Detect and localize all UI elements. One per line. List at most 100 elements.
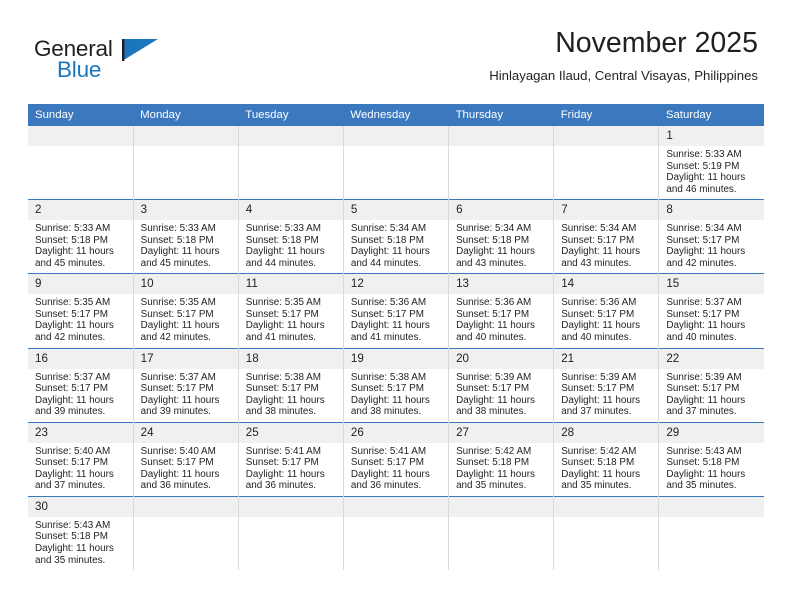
day-info-line-daylight-2: and 36 minutes. xyxy=(350,480,422,492)
day-number: 7 xyxy=(554,200,659,221)
day-info-line-sunset: Sunset: 5:17 PM xyxy=(561,308,635,320)
calendar-day-cell[interactable]: 10 Sunrise: 5:35 AM Sunset: 5:17 PM Dayligh… xyxy=(132,273,239,349)
calendar-day-cell[interactable]: 16 Sunrise: 5:37 AM Sunset: 5:17 PM Dayligh… xyxy=(28,347,134,423)
day-number xyxy=(343,126,449,146)
calendar-day-cell-empty xyxy=(342,495,449,571)
day-info-line-daylight-2: and 35 minutes. xyxy=(35,554,106,566)
day-number: 1 xyxy=(659,126,764,146)
calendar-day-cell[interactable]: 3 Sunrise: 5:33 AM Sunset: 5:18 PM Daylight… xyxy=(132,199,239,274)
calendar-day-cell[interactable]: 30 Sunrise: 5:43 AM Sunset: 5:18 PM Dayligh… xyxy=(28,495,134,571)
calendar-day-cell[interactable]: 27 Sunrise: 5:42 AM Sunset: 5:18 PM Dayligh… xyxy=(448,421,554,497)
calendar-day-cell[interactable]: 6 Sunrise: 5:34 AM Sunset: 5:18 PM Daylight… xyxy=(448,199,554,274)
day-number: 8 xyxy=(659,200,764,221)
day-sun-info: Sunrise: 5:42 AM Sunset: 5:18 PM Daylight:… xyxy=(449,443,553,496)
calendar-day-cell[interactable]: 11 Sunrise: 5:35 AM Sunset: 5:17 PM Dayligh… xyxy=(237,273,344,349)
day-info-line-daylight-1: Daylight: 11 hours xyxy=(561,246,641,258)
calendar-day-cell[interactable]: 15 Sunrise: 5:37 AM Sunset: 5:17 PM Dayligh… xyxy=(658,273,764,349)
day-info-line-sunrise: Sunrise: 5:39 AM xyxy=(666,371,742,383)
day-info-line-daylight-2: and 36 minutes. xyxy=(140,480,211,492)
day-number: 24 xyxy=(133,422,238,443)
calendar-day-cell[interactable]: 5 Sunrise: 5:34 AM Sunset: 5:18 PM Daylight… xyxy=(342,199,449,274)
day-info-line-daylight-1: Daylight: 11 hours xyxy=(666,172,746,184)
day-number: 16 xyxy=(28,348,133,369)
day-info-line-sunrise: Sunrise: 5:34 AM xyxy=(561,223,637,235)
day-info-line-daylight-1: Daylight: 11 hours xyxy=(350,320,430,332)
calendar-day-cell[interactable]: 21 Sunrise: 5:39 AM Sunset: 5:17 PM Dayligh… xyxy=(553,347,659,423)
day-info-line-daylight-2: and 38 minutes. xyxy=(350,406,422,418)
calendar-day-cell[interactable]: 13 Sunrise: 5:36 AM Sunset: 5:17 PM Dayligh… xyxy=(448,273,554,349)
day-info-line-sunset: Sunset: 5:17 PM xyxy=(350,383,424,395)
day-info-line-daylight-1: Daylight: 11 hours xyxy=(245,320,325,332)
day-info-line-sunrise: Sunrise: 5:38 AM xyxy=(245,371,321,383)
day-info-line-sunset: Sunset: 5:18 PM xyxy=(666,457,740,469)
calendar-day-cell[interactable]: 7 Sunrise: 5:34 AM Sunset: 5:17 PM Daylight… xyxy=(553,199,659,274)
calendar-day-cell[interactable]: 12 Sunrise: 5:36 AM Sunset: 5:17 PM Dayligh… xyxy=(342,273,449,349)
calendar-day-cell[interactable]: 14 Sunrise: 5:36 AM Sunset: 5:17 PM Dayligh… xyxy=(553,273,659,349)
day-number: 10 xyxy=(133,274,238,295)
calendar-day-cell[interactable]: 4 Sunrise: 5:33 AM Sunset: 5:18 PM Daylight… xyxy=(237,199,344,274)
day-info-line-sunrise: Sunrise: 5:37 AM xyxy=(140,371,216,383)
day-info-line-sunset: Sunset: 5:17 PM xyxy=(350,308,424,320)
calendar-week-row: 9 Sunrise: 5:35 AM Sunset: 5:17 PM Daylight… xyxy=(28,273,764,349)
day-info-line-daylight-1: Daylight: 11 hours xyxy=(561,320,641,332)
day-number: 2 xyxy=(28,200,133,221)
general-blue-logo[interactable]: General Blue xyxy=(34,37,184,90)
day-info-line-daylight-1: Daylight: 11 hours xyxy=(561,468,641,480)
day-info-line-sunrise: Sunrise: 5:33 AM xyxy=(245,223,321,235)
day-info-line-daylight-2: and 40 minutes. xyxy=(666,332,737,344)
day-number xyxy=(449,126,554,146)
calendar-day-cell[interactable]: 25 Sunrise: 5:41 AM Sunset: 5:17 PM Dayligh… xyxy=(237,421,344,497)
calendar-day-cell[interactable]: 2 Sunrise: 5:33 AM Sunset: 5:18 PM Daylight… xyxy=(28,199,134,274)
calendar-day-cell-empty xyxy=(132,126,239,200)
day-info-line-daylight-2: and 37 minutes. xyxy=(666,406,737,418)
day-info-line-daylight-1: Daylight: 11 hours xyxy=(35,468,114,480)
calendar-day-cell[interactable]: 28 Sunrise: 5:42 AM Sunset: 5:18 PM Dayligh… xyxy=(553,421,659,497)
calendar-day-cell[interactable]: 1 Sunrise: 5:33 AM Sunset: 5:19 PM Daylight… xyxy=(658,126,764,200)
day-info-line-sunrise: Sunrise: 5:36 AM xyxy=(456,297,532,309)
day-info-line-sunset: Sunset: 5:17 PM xyxy=(350,457,424,469)
calendar-day-cell[interactable]: 8 Sunrise: 5:34 AM Sunset: 5:17 PM Daylight… xyxy=(658,199,764,274)
day-info-line-daylight-2: and 46 minutes. xyxy=(666,183,737,195)
calendar-day-cell[interactable]: 23 Sunrise: 5:40 AM Sunset: 5:17 PM Dayligh… xyxy=(28,421,134,497)
calendar-day-cell-empty xyxy=(553,495,659,571)
calendar-day-cell[interactable]: 22 Sunrise: 5:39 AM Sunset: 5:17 PM Dayligh… xyxy=(658,347,764,423)
day-number xyxy=(554,126,659,146)
day-info-line-daylight-1: Daylight: 11 hours xyxy=(35,320,114,332)
calendar-day-cell[interactable]: 20 Sunrise: 5:39 AM Sunset: 5:17 PM Dayligh… xyxy=(448,347,554,423)
day-info-line-daylight-2: and 45 minutes. xyxy=(140,257,211,269)
calendar-day-cell[interactable]: 24 Sunrise: 5:40 AM Sunset: 5:17 PM Dayligh… xyxy=(132,421,239,497)
calendar-day-cell[interactable]: 17 Sunrise: 5:37 AM Sunset: 5:17 PM Dayligh… xyxy=(132,347,239,423)
calendar-week-row: 1 Sunrise: 5:33 AM Sunset: 5:19 PM Daylight… xyxy=(28,126,764,200)
day-number: 15 xyxy=(659,274,764,295)
day-sun-info: Sunrise: 5:41 AM Sunset: 5:17 PM Daylight:… xyxy=(239,443,343,496)
day-sun-info: Sunrise: 5:39 AM Sunset: 5:17 PM Daylight:… xyxy=(659,369,764,422)
calendar-day-cell-empty xyxy=(658,495,764,571)
calendar-day-cell[interactable]: 26 Sunrise: 5:41 AM Sunset: 5:17 PM Dayligh… xyxy=(342,421,449,497)
day-sun-info: Sunrise: 5:33 AM Sunset: 5:18 PM Daylight:… xyxy=(28,220,133,273)
calendar-day-cell-empty xyxy=(448,126,554,200)
day-info-line-daylight-2: and 40 minutes. xyxy=(561,332,632,344)
day-number: 28 xyxy=(554,422,659,443)
calendar-day-cell[interactable]: 18 Sunrise: 5:38 AM Sunset: 5:17 PM Dayligh… xyxy=(237,347,344,423)
day-number: 26 xyxy=(343,422,449,443)
day-info-line-sunrise: Sunrise: 5:33 AM xyxy=(666,149,742,160)
day-info-line-sunrise: Sunrise: 5:43 AM xyxy=(35,519,111,531)
day-info-line-sunrise: Sunrise: 5:36 AM xyxy=(350,297,427,309)
calendar-day-cell[interactable]: 9 Sunrise: 5:35 AM Sunset: 5:17 PM Daylight… xyxy=(28,273,134,349)
day-info-line-sunset: Sunset: 5:17 PM xyxy=(140,457,214,469)
day-info-line-sunrise: Sunrise: 5:39 AM xyxy=(561,371,637,383)
day-number: 13 xyxy=(449,274,554,295)
day-info-line-sunset: Sunset: 5:17 PM xyxy=(666,308,740,320)
day-info-line-sunset: Sunset: 5:17 PM xyxy=(666,234,740,246)
day-info-line-sunset: Sunset: 5:19 PM xyxy=(666,160,740,172)
calendar-day-cell[interactable]: 29 Sunrise: 5:43 AM Sunset: 5:18 PM Dayligh… xyxy=(658,421,764,497)
day-number xyxy=(659,496,764,517)
day-info-line-sunset: Sunset: 5:17 PM xyxy=(35,457,109,469)
calendar-week-row: 2 Sunrise: 5:33 AM Sunset: 5:18 PM Daylight… xyxy=(28,199,764,274)
calendar-day-cell[interactable]: 19 Sunrise: 5:38 AM Sunset: 5:17 PM Dayligh… xyxy=(342,347,449,423)
day-info-line-daylight-1: Daylight: 11 hours xyxy=(350,394,430,406)
day-info-line-daylight-2: and 36 minutes. xyxy=(245,480,317,492)
day-info-line-daylight-2: and 44 minutes. xyxy=(350,257,422,269)
calendar-day-cell-empty xyxy=(237,126,344,200)
calendar-week-row: 23 Sunrise: 5:40 AM Sunset: 5:17 PM Dayligh… xyxy=(28,421,764,497)
